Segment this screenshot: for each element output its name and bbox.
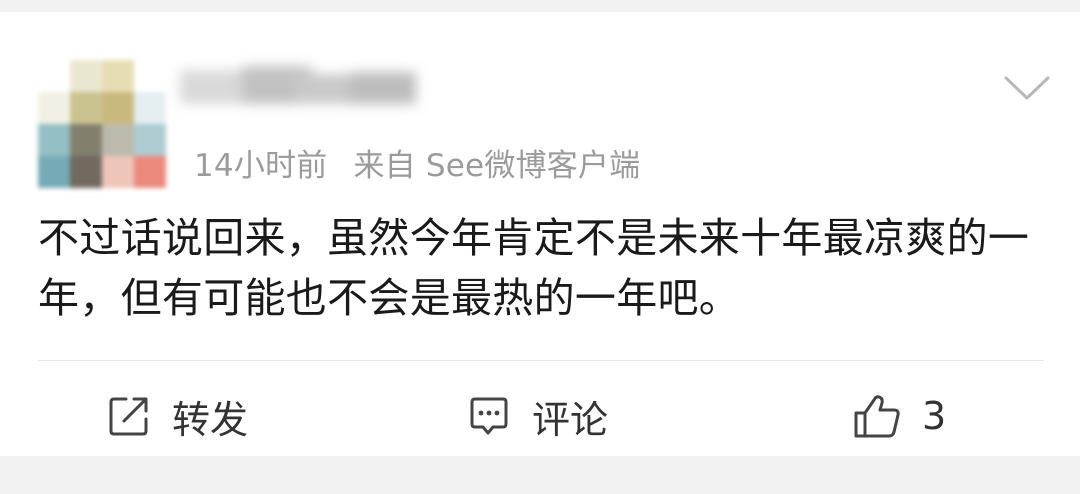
comment-bubble-icon xyxy=(470,397,508,435)
post-meta: 14小时前 来自 See微博客户端 xyxy=(194,140,640,185)
like-button[interactable]: 3 xyxy=(852,390,946,442)
post-time: 14小时前 xyxy=(194,148,328,184)
divider xyxy=(38,360,1044,361)
username-blurred[interactable] xyxy=(180,62,420,114)
comment-button[interactable]: 评论 xyxy=(466,390,608,442)
page-bottom-spacer xyxy=(0,456,1080,494)
chevron-down-icon[interactable] xyxy=(1002,70,1052,106)
thumbs-up-icon xyxy=(854,395,900,438)
post-content: 不过话说回来，虽然今年肯定不是未来十年最凉爽的一年，但有可能也不会是最热的一年吧… xyxy=(38,214,1030,322)
weibo-post-card: 14小时前 来自 See微博客户端 不过话说回来，虽然今年肯定不是未来十年最凉爽的… xyxy=(0,12,1080,456)
post-source[interactable]: 来自 See微博客户端 xyxy=(353,148,640,184)
repost-button[interactable]: 转发 xyxy=(106,390,248,442)
edit-share-icon xyxy=(109,397,148,436)
like-count: 3 xyxy=(922,394,947,438)
repost-label: 转发 xyxy=(172,397,249,442)
comment-label: 评论 xyxy=(532,397,609,442)
avatar[interactable] xyxy=(38,60,166,188)
